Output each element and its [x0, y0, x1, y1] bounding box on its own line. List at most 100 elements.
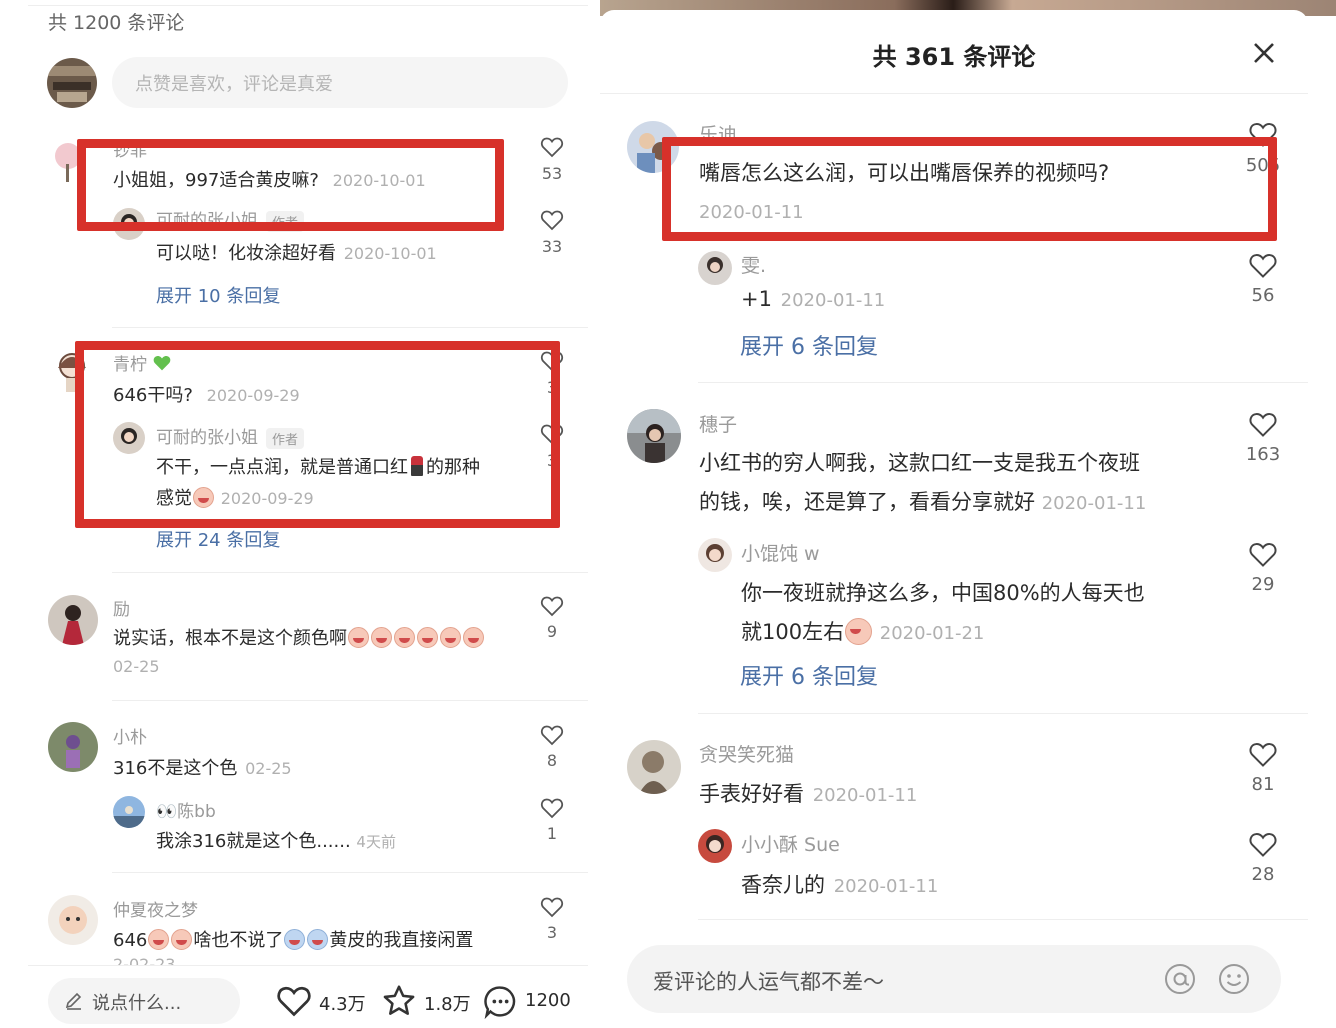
comment-text-line2: 的钱，唉，还是算了，看看分享就好 2020-01-11 [699, 490, 1147, 514]
like-heart-icon[interactable] [540, 350, 564, 372]
divider [112, 872, 588, 873]
like-count: 53 [541, 164, 563, 183]
reply-author[interactable]: 可耐的张小姐 作者 [156, 206, 305, 232]
comment-total: 1200 [525, 990, 571, 1011]
reply-author[interactable]: 👀陈bb [156, 797, 216, 822]
user-avatar[interactable] [50, 348, 94, 394]
comment-author[interactable]: 乐迪 [699, 120, 737, 147]
like-heart-icon[interactable] [540, 724, 564, 746]
like-button-heart-icon[interactable] [276, 984, 312, 1018]
like-heart-icon[interactable] [540, 423, 564, 445]
divider [28, 5, 588, 6]
crying-emoji-icon [463, 627, 484, 648]
user-avatar[interactable] [627, 121, 679, 173]
eyes-emoji-icon: 👀 [156, 802, 178, 822]
reply-author[interactable]: 小小酥 Sue [741, 830, 840, 857]
reply-author[interactable]: 小馄饨 w [741, 539, 820, 566]
like-heart-icon[interactable] [1248, 831, 1278, 858]
comment-date: 2-02-23 [113, 955, 176, 965]
comment-input-placeholder: 爱评论的人运气都不差～ [653, 970, 884, 994]
divider [698, 713, 1308, 714]
crying-emoji-icon [284, 929, 306, 950]
comment-count-header: 共 1200 条评论 [48, 12, 185, 34]
comment-author[interactable]: 励 [113, 595, 130, 620]
reply-text: 你一夜班就挣这么多，中国80%的人每天也 [741, 581, 1145, 605]
comment-author[interactable]: 仲夏夜之梦 [113, 896, 198, 921]
reply-text: 我涂316就是这个色...... 4天前 [156, 831, 396, 852]
divider [698, 382, 1308, 383]
like-heart-icon[interactable] [1248, 741, 1278, 768]
like-count: 3 [546, 378, 558, 397]
expand-replies-link[interactable]: 展开 6 条回复 [740, 329, 878, 361]
like-heart-icon[interactable] [1248, 541, 1278, 568]
star-total: 1.8万 [424, 994, 471, 1015]
crying-emoji-icon [307, 929, 329, 950]
green-heart-icon [154, 356, 171, 371]
comment-author[interactable]: 青柠 [113, 350, 172, 375]
pencil-icon [65, 992, 82, 1010]
expand-replies-link[interactable]: 展开 10 条回复 [156, 282, 280, 308]
comment-bubble-icon[interactable] [482, 983, 519, 1020]
reply-avatar[interactable] [113, 422, 145, 454]
say-something-input[interactable]: 说点什么... [48, 978, 240, 1024]
crying-emoji-icon [371, 627, 392, 648]
reply-text: 不干，一点点润，就是普通口红 的那种 [156, 456, 480, 478]
user-avatar[interactable] [48, 140, 88, 184]
crying-emoji-icon [193, 487, 214, 508]
reply-text-line2: 就100左右 2020-01-21 [741, 618, 985, 645]
like-heart-icon[interactable] [540, 896, 564, 918]
user-avatar[interactable] [48, 595, 98, 645]
reply-avatar[interactable] [698, 251, 732, 285]
right-comment-panel: 共 361 条评论 乐迪 嘴唇怎么这么润，可以出嘴唇保养的视频吗? 2020-0… [600, 0, 1336, 1028]
left-comment-panel: 共 1200 条评论 点赞是喜欢，评论是真爱 钞菲 小姐姐，997适合黄皮嘛? … [0, 0, 600, 1028]
reply-avatar[interactable] [698, 538, 732, 572]
expand-replies-link[interactable]: 展开 24 条回复 [156, 526, 280, 552]
reply-text: 可以哒！化妆涂超好看 2020-10-01 [156, 243, 437, 264]
divider [112, 327, 588, 328]
like-heart-icon[interactable] [540, 136, 564, 158]
at-mention-icon[interactable] [1163, 962, 1197, 996]
like-count: 33 [541, 237, 563, 256]
comment-author[interactable]: 钞菲 [113, 136, 147, 161]
like-heart-icon[interactable] [540, 595, 564, 617]
like-heart-icon[interactable] [1248, 121, 1278, 148]
lipstick-emoji-icon [411, 456, 423, 476]
like-count: 1 [546, 824, 558, 843]
emoji-smiley-icon[interactable] [1217, 962, 1251, 996]
reply-text: +1 2020-01-11 [741, 287, 886, 311]
reply-author[interactable]: 可耐的张小姐 作者 [156, 423, 305, 449]
comment-author[interactable]: 小朴 [113, 723, 147, 748]
user-avatar[interactable] [48, 895, 98, 945]
divider [112, 700, 588, 701]
comment-text: 说实话，根本不是这个颜色啊 [113, 624, 485, 650]
like-count: 28 [1251, 864, 1275, 885]
like-count: 56 [1251, 285, 1275, 306]
reply-avatar[interactable] [113, 208, 145, 240]
user-avatar[interactable] [627, 409, 681, 463]
close-icon[interactable] [1251, 40, 1277, 66]
comment-author[interactable]: 贪哭笑死猫 [699, 740, 794, 767]
comment-text: 646干吗? 2020-09-29 [113, 385, 300, 406]
crying-emoji-icon [417, 627, 438, 648]
crying-emoji-icon [348, 627, 369, 648]
comment-author[interactable]: 穗子 [699, 410, 737, 437]
comment-text: 小红书的穷人啊我，这款口红一支是我五个夜班 [699, 451, 1140, 475]
reply-avatar[interactable] [113, 796, 145, 828]
user-avatar[interactable] [627, 740, 681, 794]
user-avatar[interactable] [48, 722, 98, 772]
like-heart-icon[interactable] [540, 797, 564, 819]
like-heart-icon[interactable] [540, 209, 564, 231]
comment-input[interactable]: 点赞是喜欢，评论是真爱 [112, 57, 568, 108]
reply-avatar[interactable] [698, 829, 732, 863]
like-count: 81 [1251, 774, 1275, 795]
expand-replies-link[interactable]: 展开 6 条回复 [740, 659, 878, 691]
reply-author[interactable]: 雯. [741, 251, 766, 278]
like-heart-icon[interactable] [1248, 411, 1278, 438]
like-count: 29 [1251, 574, 1275, 595]
comment-date: 2020-01-11 [699, 202, 804, 223]
like-heart-icon[interactable] [1248, 252, 1278, 279]
star-icon[interactable] [381, 983, 417, 1019]
crying-emoji-icon [394, 627, 415, 648]
like-count: 9 [546, 622, 558, 641]
comment-input[interactable]: 爱评论的人运气都不差～ [627, 945, 1281, 1013]
